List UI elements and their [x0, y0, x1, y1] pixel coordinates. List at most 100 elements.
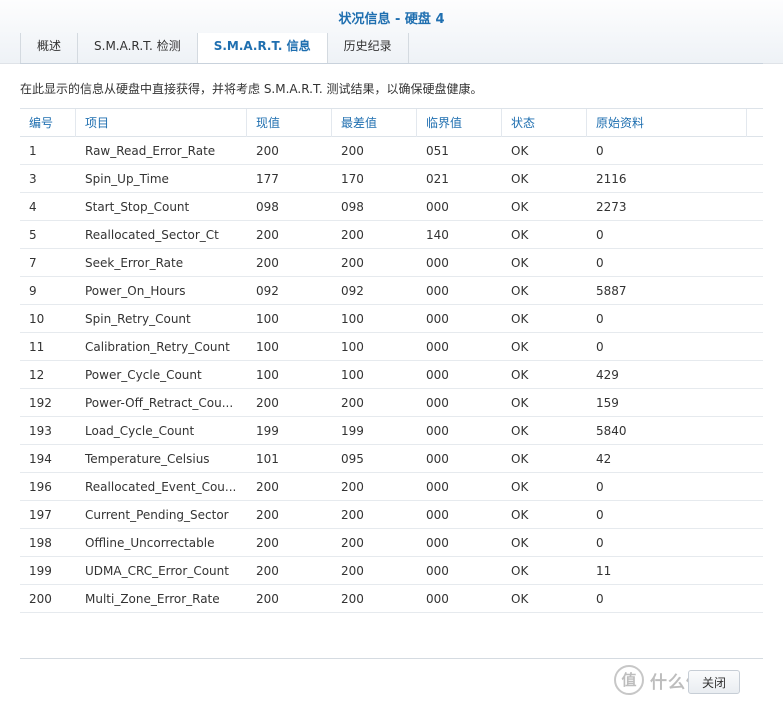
cell-threshold: 000 [426, 480, 449, 494]
column-header-attribute[interactable]: 项目 [76, 109, 247, 137]
cell-raw-data: 0 [596, 144, 604, 158]
table-row[interactable]: 10 Spin_Retry_Count 100 100 000 OK 0 [20, 305, 763, 333]
cell-threshold: 000 [426, 340, 449, 354]
table-body: 1 Raw_Read_Error_Rate 200 200 051 OK 0 3 Spin_Up… [20, 137, 763, 613]
cell-threshold: 140 [426, 228, 449, 242]
cell-status: OK [511, 340, 529, 354]
cell-attribute: Offline_Uncorrectable [85, 536, 215, 550]
cell-raw-data: 0 [596, 312, 604, 326]
cell-status: OK [511, 424, 529, 438]
cell-worst: 200 [341, 144, 364, 158]
cell-worst: 200 [341, 256, 364, 270]
cell-attribute: Load_Cycle_Count [85, 424, 195, 438]
cell-worst: 200 [341, 480, 364, 494]
cell-attribute: Raw_Read_Error_Rate [85, 144, 216, 158]
cell-status: OK [511, 200, 529, 214]
cell-id: 4 [29, 200, 37, 214]
cell-status: OK [511, 452, 529, 466]
table-row[interactable]: 7 Seek_Error_Rate 200 200 000 OK 0 [20, 249, 763, 277]
dialog-title: 状况信息 - 硬盘 4 [338, 12, 445, 27]
cell-status: OK [511, 508, 529, 522]
cell-value: 100 [256, 312, 279, 326]
cell-status: OK [511, 312, 529, 326]
cell-id: 200 [29, 592, 52, 606]
cell-raw-data: 159 [596, 396, 619, 410]
cell-status: OK [511, 564, 529, 578]
table-header: 编号 项目 现值 最差值 临界值 状态 原始资料 [20, 109, 763, 137]
column-header-raw-data[interactable]: 原始资料 [587, 109, 747, 137]
column-header-status[interactable]: 状态 [502, 109, 587, 137]
cell-threshold: 000 [426, 396, 449, 410]
cell-worst: 200 [341, 536, 364, 550]
table-row[interactable]: 198 Offline_Uncorrectable 200 200 000 OK 0 [20, 529, 763, 557]
cell-worst: 200 [341, 564, 364, 578]
cell-attribute: Power_Cycle_Count [85, 368, 202, 382]
cell-status: OK [511, 284, 529, 298]
cell-status: OK [511, 144, 529, 158]
cell-raw-data: 5840 [596, 424, 627, 438]
cell-worst: 095 [341, 452, 364, 466]
table-row[interactable]: 199 UDMA_CRC_Error_Count 200 200 000 OK 11 [20, 557, 763, 585]
cell-attribute: UDMA_CRC_Error_Count [85, 564, 229, 578]
cell-threshold: 000 [426, 508, 449, 522]
cell-id: 1 [29, 144, 37, 158]
cell-value: 199 [256, 424, 279, 438]
cell-value: 200 [256, 144, 279, 158]
table-row[interactable]: 192 Power-Off_Retract_Cou... 200 200 000 OK 15… [20, 389, 763, 417]
cell-raw-data: 42 [596, 452, 612, 466]
cell-threshold: 000 [426, 200, 449, 214]
cell-status: OK [511, 172, 529, 186]
cell-threshold: 000 [426, 256, 449, 270]
cell-attribute: Power_On_Hours [85, 284, 186, 298]
cell-threshold: 000 [426, 368, 449, 382]
table-row[interactable]: 5 Reallocated_Sector_Ct 200 200 140 OK 0 [20, 221, 763, 249]
cell-id: 197 [29, 508, 52, 522]
cell-attribute: Spin_Retry_Count [85, 312, 191, 326]
table-row[interactable]: 194 Temperature_Celsius 101 095 000 OK 42 [20, 445, 763, 473]
table-row[interactable]: 12 Power_Cycle_Count 100 100 000 OK 429 [20, 361, 763, 389]
column-header-id[interactable]: 编号 [20, 109, 76, 137]
cell-raw-data: 2273 [596, 200, 627, 214]
cell-worst: 200 [341, 396, 364, 410]
tab-history[interactable]: 历史纪录 [326, 33, 409, 64]
table-row[interactable]: 197 Current_Pending_Sector 200 200 000 OK 0 [20, 501, 763, 529]
tab-overview[interactable]: 概述 [20, 33, 77, 64]
description-text: 在此显示的信息从硬盘中直接获得，并将考虑 S.M.A.R.T. 测试结果，以确保… [20, 82, 483, 96]
table-row[interactable]: 193 Load_Cycle_Count 199 199 000 OK 5840 [20, 417, 763, 445]
cell-id: 11 [29, 340, 45, 354]
cell-value: 098 [256, 200, 279, 214]
cell-id: 196 [29, 480, 52, 494]
table-row[interactable]: 200 Multi_Zone_Error_Rate 200 200 000 OK 0 [20, 585, 763, 613]
cell-threshold: 000 [426, 284, 449, 298]
table-row[interactable]: 3 Spin_Up_Time 177 170 021 OK 2116 [20, 165, 763, 193]
cell-attribute: Reallocated_Event_Cou... [85, 480, 237, 494]
table-row[interactable]: 9 Power_On_Hours 092 092 000 OK 5887 [20, 277, 763, 305]
tab-smart-info[interactable]: S.M.A.R.T. 信息 [196, 33, 327, 64]
cell-status: OK [511, 480, 529, 494]
cell-value: 200 [256, 256, 279, 270]
cell-value: 200 [256, 592, 279, 606]
cell-value: 100 [256, 340, 279, 354]
tab-divider [20, 63, 763, 64]
cell-attribute: Current_Pending_Sector [85, 508, 229, 522]
table-row[interactable]: 11 Calibration_Retry_Count 100 100 000 OK 0 [20, 333, 763, 361]
close-button[interactable]: 关闭 [688, 670, 740, 694]
cell-raw-data: 0 [596, 228, 604, 242]
cell-id: 193 [29, 424, 52, 438]
dialog-header: 状况信息 - 硬盘 4 概述 S.M.A.R.T. 检测 S.M.A.R.T. … [0, 0, 783, 64]
cell-raw-data: 0 [596, 340, 604, 354]
cell-raw-data: 0 [596, 480, 604, 494]
column-header-worst[interactable]: 最差值 [332, 109, 417, 137]
cell-value: 177 [256, 172, 279, 186]
table-row[interactable]: 4 Start_Stop_Count 098 098 000 OK 2273 [20, 193, 763, 221]
cell-worst: 170 [341, 172, 364, 186]
column-header-value[interactable]: 现值 [247, 109, 332, 137]
table-row[interactable]: 1 Raw_Read_Error_Rate 200 200 051 OK 0 [20, 137, 763, 165]
cell-threshold: 051 [426, 144, 449, 158]
table-row[interactable]: 196 Reallocated_Event_Cou... 200 200 000 OK 0 [20, 473, 763, 501]
cell-id: 5 [29, 228, 37, 242]
cell-threshold: 000 [426, 312, 449, 326]
column-header-threshold[interactable]: 临界值 [417, 109, 502, 137]
tab-smart-test[interactable]: S.M.A.R.T. 检测 [77, 33, 197, 64]
cell-raw-data: 429 [596, 368, 619, 382]
